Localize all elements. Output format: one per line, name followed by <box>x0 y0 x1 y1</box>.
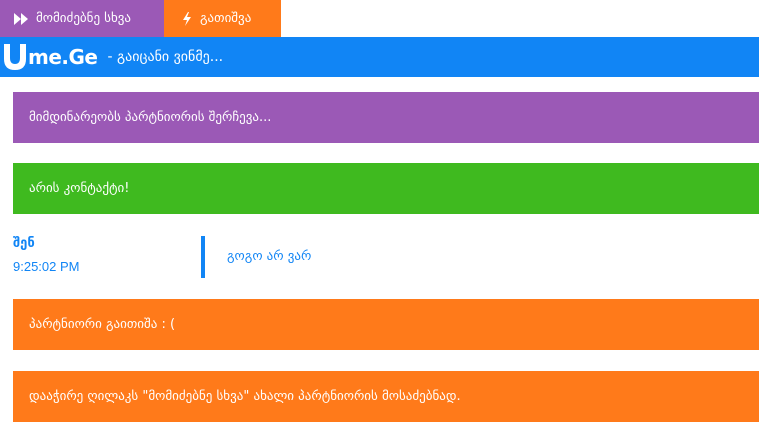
message-divider <box>201 236 205 278</box>
message-sender: შენ <box>13 236 35 251</box>
logo-text: me.Ge <box>28 45 98 69</box>
message-time: 9:25:02 PM <box>13 259 80 274</box>
status-connected: არის კონტაქტი! <box>13 163 759 214</box>
chat-message: შენ 9:25:02 PM გოგო არ ვარ <box>13 232 759 282</box>
find-another-label: მომიძებნე სხვა <box>36 11 132 26</box>
status-searching: მიმდინარეობს პარტნიორის შერჩევა... <box>13 92 759 143</box>
status-hint-text: დააჭირე ღილაკს "მომიძებნე სხვა" ახალი პა… <box>29 389 461 404</box>
status-hint: დააჭირე ღილაკს "მომიძებნე სხვა" ახალი პა… <box>13 371 759 422</box>
tagline: - გაიცანი ვინმე... <box>107 49 224 65</box>
brand-bar: me.Ge - გაიცანი ვინმე... <box>0 37 759 77</box>
disconnect-button[interactable]: გათიშვა <box>164 0 281 37</box>
fast-forward-icon <box>14 12 28 25</box>
find-another-button[interactable]: მომიძებნე სხვა <box>0 0 164 37</box>
message-text: გოგო არ ვარ <box>227 249 312 264</box>
status-partner-left-text: პარტნიორი გაითიშა : ( <box>29 317 176 332</box>
logo-mark-icon <box>4 44 26 70</box>
disconnect-label: გათიშვა <box>200 11 252 26</box>
status-searching-text: მიმდინარეობს პარტნიორის შერჩევა... <box>29 110 272 125</box>
status-partner-left: პარტნიორი გაითიშა : ( <box>13 299 759 350</box>
lightning-bolt-icon <box>182 11 192 26</box>
site-logo[interactable]: me.Ge <box>0 37 98 77</box>
status-connected-text: არის კონტაქტი! <box>29 181 130 196</box>
top-toolbar: მომიძებნე სხვა გათიშვა <box>0 0 281 37</box>
